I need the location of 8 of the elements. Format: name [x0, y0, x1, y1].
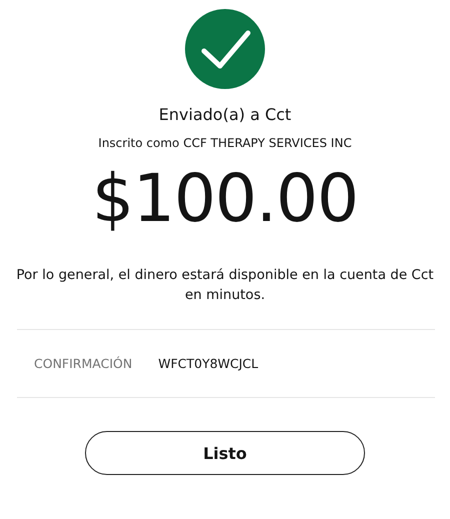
enrolled-name: Inscrito como CCF THERAPY SERVICES INC	[98, 136, 352, 150]
done-button[interactable]: Listo	[85, 431, 365, 476]
confirmation-label: CONFIRMACIÓN	[34, 356, 132, 372]
amount: $100.00	[92, 164, 358, 234]
recipient-title: Enviado(a) a Cct	[158, 105, 292, 124]
availability-message: Por lo general, el dinero estará disponible en la cuenta de Cct en minutos.	[15, 266, 435, 306]
confirmation-number: WFCT0Y8WCJCL	[158, 356, 258, 372]
success-check-icon	[185, 9, 265, 89]
